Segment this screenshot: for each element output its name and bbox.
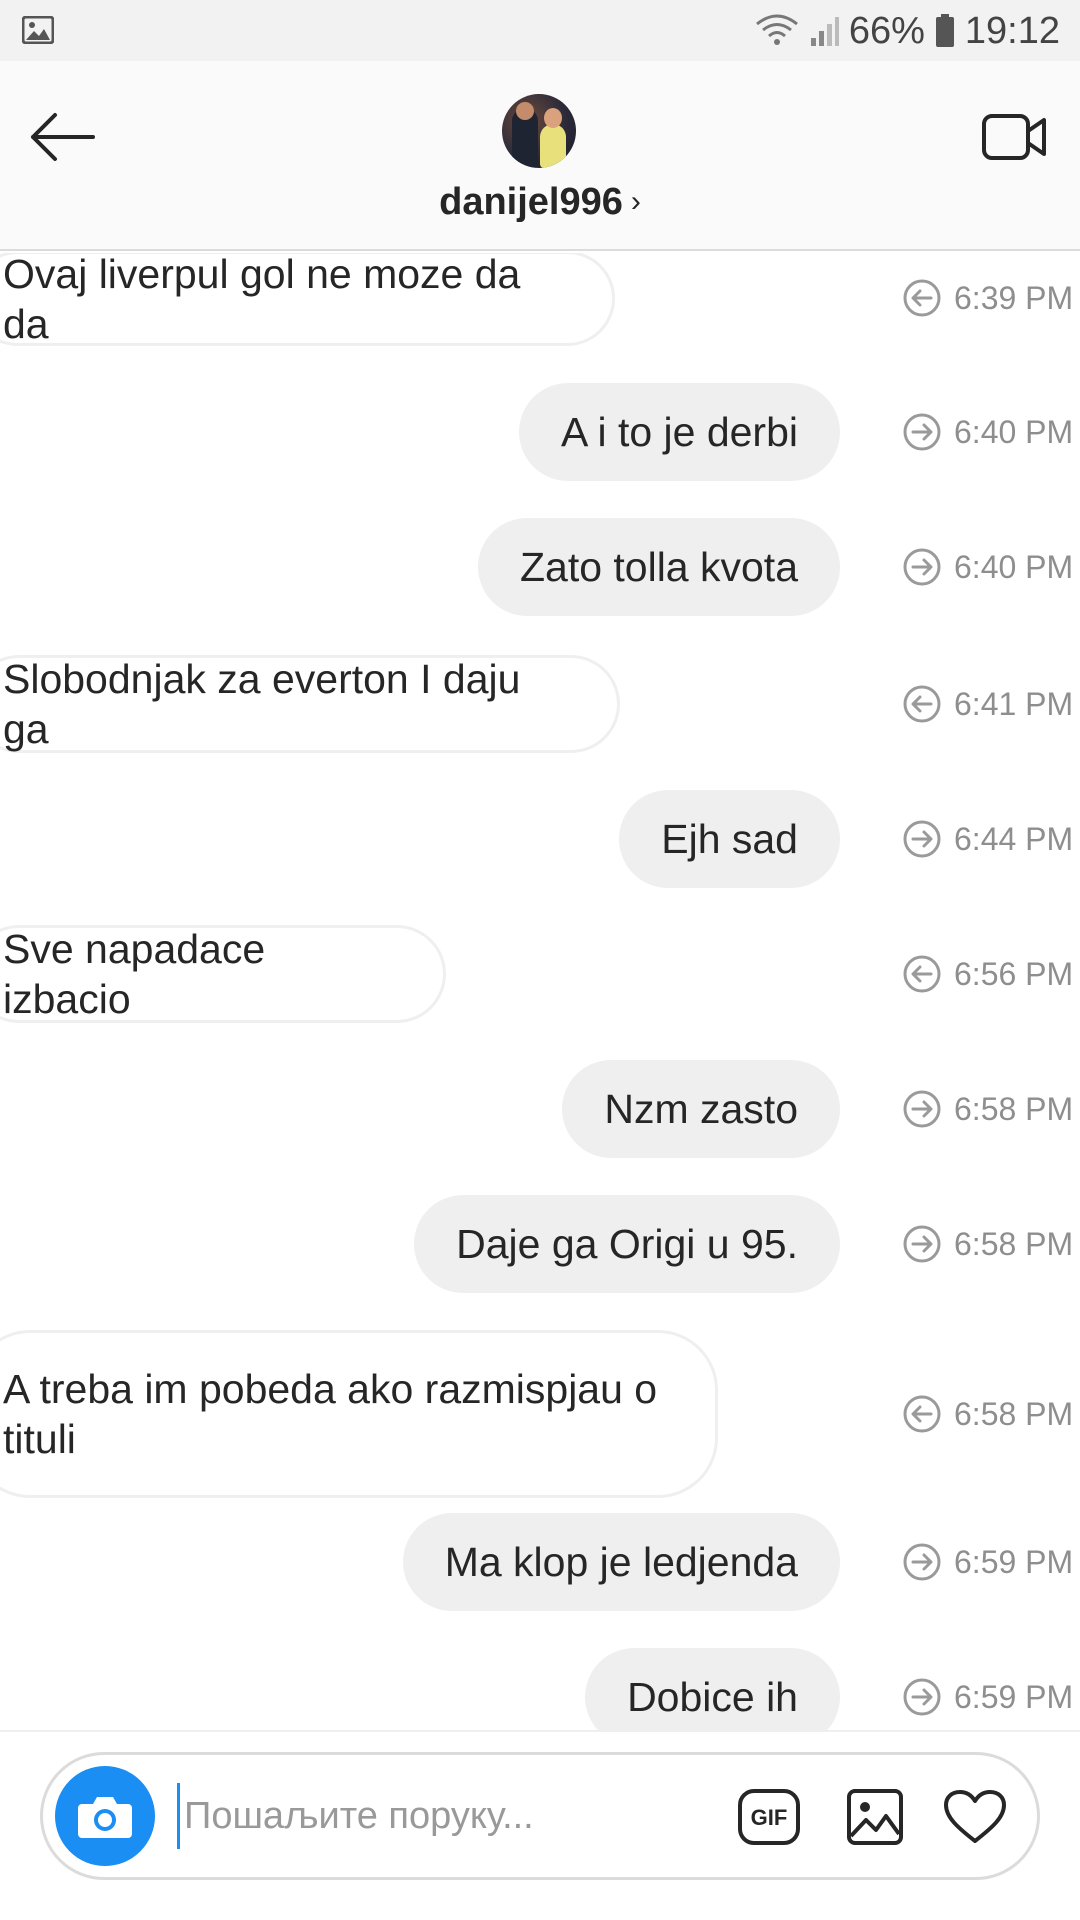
username: danijel996 [439, 181, 623, 223]
message-meta: 6:56 PM [902, 949, 1080, 999]
received-arrow-icon [903, 1395, 941, 1433]
message-time: 6:41 PM [954, 685, 1074, 722]
message-composer: GIF [40, 1752, 1040, 1880]
sent-arrow-icon [903, 1678, 941, 1716]
message-time: 6:59 PM [954, 1543, 1074, 1580]
message-meta: 6:40 PM [902, 407, 1080, 457]
message-meta: 6:58 PM [902, 1084, 1080, 1134]
gif-label: GIF [751, 1805, 788, 1830]
message-input[interactable] [177, 1783, 717, 1849]
incoming-message-bubble[interactable]: Slobodnjak za everton I daju ga [0, 655, 620, 753]
camera-button[interactable] [55, 1766, 155, 1866]
signal-icon [810, 17, 839, 46]
message-text: Ovaj liverpul gol ne moze da da [3, 253, 521, 347]
message-time: 6:39 PM [954, 279, 1074, 316]
received-arrow-icon [903, 279, 941, 317]
battery-icon [935, 14, 954, 47]
message-time: 6:59 PM [954, 1678, 1074, 1715]
video-call-icon [982, 114, 1046, 160]
message-text-line: tituli [3, 1416, 76, 1462]
outgoing-message-bubble[interactable]: Ma klop je ledjenda [402, 1513, 840, 1611]
sent-arrow-icon [903, 413, 941, 451]
incoming-message-bubble[interactable]: Sve napadace izbacio [0, 925, 446, 1023]
message-text: Sve napadace izbacio [3, 926, 266, 1022]
outgoing-message-bubble[interactable]: Zato tolla kvota [477, 518, 840, 616]
message-meta: 6:59 PM [902, 1537, 1080, 1587]
profile-link[interactable]: danijel996 › [0, 181, 1080, 224]
message-meta: 6:41 PM [902, 679, 1080, 729]
message-meta: 6:59 PM [902, 1672, 1080, 1722]
message-text: Daje ga Origi u 95. [456, 1221, 798, 1267]
back-button[interactable] [24, 99, 100, 175]
sent-arrow-icon [903, 1225, 941, 1263]
video-call-button[interactable] [974, 99, 1054, 175]
wifi-icon [755, 14, 798, 45]
message-text: Ejh sad [661, 816, 798, 862]
image-icon [847, 1789, 903, 1845]
camera-icon [78, 1797, 132, 1838]
message-text: Dobice ih [627, 1674, 798, 1720]
message-time: 6:58 PM [954, 1395, 1074, 1432]
sent-arrow-icon [903, 548, 941, 586]
incoming-message-bubble[interactable]: A treba im pobeda ako razmispjau o titul… [0, 1330, 718, 1498]
message-time: 6:56 PM [954, 955, 1074, 992]
message-meta: 6:58 PM [902, 1219, 1080, 1269]
message-time: 6:44 PM [954, 820, 1074, 857]
message-text: A i to je derbi [560, 409, 798, 455]
message-time: 6:58 PM [954, 1225, 1074, 1262]
status-bar: 66% 19:12 [0, 0, 1080, 61]
heart-icon [944, 1790, 1006, 1843]
battery-percent: 66% [848, 9, 925, 52]
back-arrow-icon [31, 113, 95, 161]
sent-arrow-icon [903, 1090, 941, 1128]
outgoing-message-bubble[interactable]: Ejh sad [619, 790, 840, 888]
message-time: 6:40 PM [954, 548, 1074, 585]
message-meta: 6:39 PM [902, 273, 1080, 323]
gallery-button[interactable] [839, 1781, 911, 1853]
outgoing-message-bubble[interactable]: Nzm zasto [562, 1060, 840, 1158]
sent-arrow-icon [903, 820, 941, 858]
gif-button[interactable]: GIF [733, 1781, 805, 1853]
chevron-right-icon: › [630, 185, 641, 218]
gallery-icon [22, 16, 54, 44]
received-arrow-icon [903, 685, 941, 723]
message-text: Zato tolla kvota [519, 544, 798, 590]
message-text: Ma klop je ledjenda [444, 1539, 798, 1585]
avatar[interactable] [502, 94, 576, 168]
incoming-message-bubble[interactable]: Ovaj liverpul gol ne moze da da [0, 253, 615, 347]
chat-header: danijel996 › [0, 61, 1080, 251]
message-meta: 6:44 PM [902, 814, 1080, 864]
sent-arrow-icon [903, 1543, 941, 1581]
like-button[interactable] [939, 1781, 1011, 1853]
gif-icon: GIF [738, 1789, 800, 1845]
message-time: 6:40 PM [954, 413, 1074, 450]
message-meta: 6:40 PM [902, 542, 1080, 592]
message-time: 6:58 PM [954, 1090, 1074, 1127]
message-text: Nzm zasto [604, 1086, 798, 1132]
composer-area: GIF [0, 1730, 1080, 1920]
message-text: Slobodnjak za everton I daju ga [3, 656, 521, 752]
received-arrow-icon [903, 955, 941, 993]
message-list[interactable]: Ovaj liverpul gol ne moze da da 6:39 PM … [0, 253, 1080, 1730]
message-text-line: A treba im pobeda ako razmispjau o [3, 1366, 658, 1412]
clock: 19:12 [964, 9, 1060, 52]
outgoing-message-bubble[interactable]: A i to je derbi [518, 383, 840, 481]
outgoing-message-bubble[interactable]: Daje ga Origi u 95. [414, 1195, 840, 1293]
message-meta: 6:58 PM [902, 1389, 1080, 1439]
outgoing-message-bubble[interactable]: Dobice ih [585, 1648, 840, 1730]
